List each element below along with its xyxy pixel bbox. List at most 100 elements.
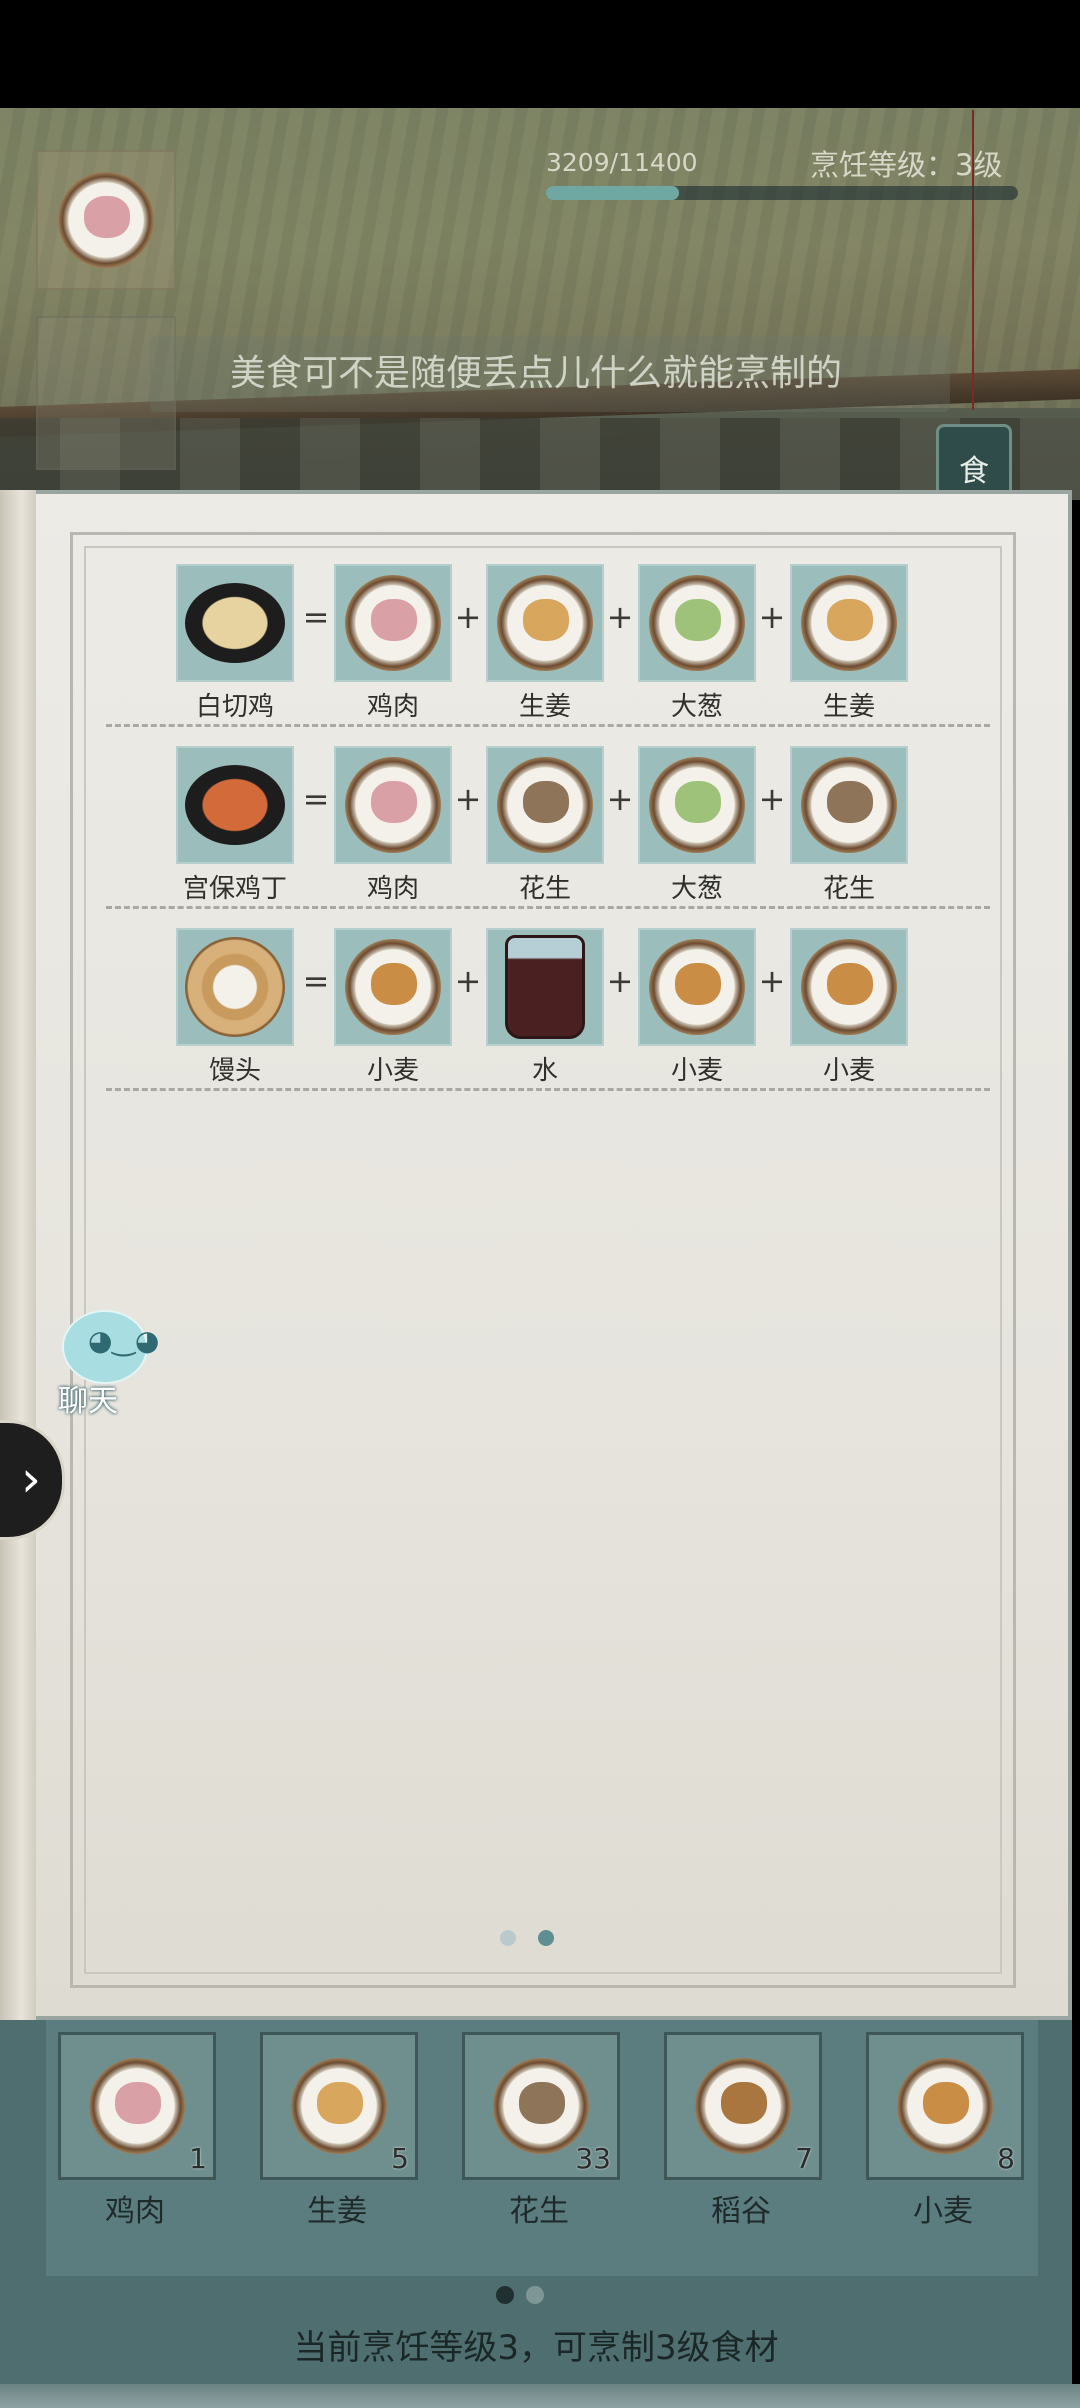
book-spine	[0, 490, 36, 2020]
plus-sign: +	[758, 598, 786, 636]
ingredient-name: 小麦	[822, 1056, 875, 1086]
ingredient-slot[interactable]: 鸡肉	[334, 746, 452, 905]
wheat-icon	[801, 939, 897, 1035]
status-bar	[0, 0, 1080, 108]
inventory-item[interactable]: 33 花生	[462, 2032, 620, 2230]
chicken-meat-icon	[345, 757, 441, 853]
wheat-icon	[345, 939, 441, 1035]
item-name: 稻谷	[711, 2194, 771, 2229]
wheat-icon	[897, 2058, 993, 2154]
rice-grain-icon	[695, 2058, 791, 2154]
ingredient-name: 小麦	[670, 1056, 723, 1086]
recipe-row: 馒头 = 小麦 + 水 + 小麦 + 小麦	[176, 928, 916, 1087]
item-count: 8	[997, 2142, 1015, 2175]
inventory-item[interactable]: 8 小麦	[866, 2032, 1024, 2230]
ginger-icon	[291, 2058, 387, 2154]
ingredient-name: 生姜	[518, 692, 571, 722]
row-divider	[106, 906, 990, 909]
ingredient-name: 大葱	[670, 692, 723, 722]
chicken-meat-icon	[345, 575, 441, 671]
kung-pao-chicken-icon	[185, 765, 285, 845]
inventory-page-dot-2[interactable]	[526, 2286, 544, 2304]
ginger-icon	[801, 575, 897, 671]
equals-sign: =	[302, 598, 330, 636]
ingredient-slot[interactable]: 生姜	[790, 564, 908, 723]
ingredient-slot[interactable]: 小麦	[334, 928, 452, 1087]
white-cut-chicken-icon	[185, 583, 285, 663]
wheat-icon	[649, 939, 745, 1035]
item-name: 生姜	[307, 2194, 367, 2229]
ingredient-slot[interactable]: 鸡肉	[334, 564, 452, 723]
recipe-result-name: 宫保鸡丁	[182, 874, 287, 904]
cooking-level-hint: 当前烹饪等级3，可烹制3级食材	[293, 2328, 779, 2368]
cooking-progress-bar	[546, 186, 1018, 200]
chicken-meat-icon	[89, 2058, 185, 2154]
ingredient-slot[interactable]: 大葱	[638, 746, 756, 905]
scallion-icon	[649, 757, 745, 853]
chevron-right-icon: ›	[21, 1450, 41, 1508]
page-dot-2-active[interactable]	[538, 1930, 554, 1946]
item-name: 鸡肉	[105, 2194, 165, 2229]
current-food-slot[interactable]	[36, 150, 176, 290]
plus-sign: +	[606, 962, 634, 1000]
item-count: 5	[391, 2142, 409, 2175]
recipe-row: 宫保鸡丁 = 鸡肉 + 花生 + 大葱 + 花生	[176, 746, 916, 905]
plus-sign: +	[454, 598, 482, 636]
plus-sign: +	[454, 962, 482, 1000]
ingredient-slot[interactable]: 小麦	[638, 928, 756, 1087]
ingredient-slot[interactable]: 生姜	[486, 564, 604, 723]
peanut-icon	[493, 2058, 589, 2154]
plus-sign: +	[606, 780, 634, 818]
inventory-page-dot-1-active[interactable]	[496, 2286, 514, 2304]
book-page-indicator	[500, 1930, 554, 1946]
item-name: 花生	[509, 2194, 569, 2229]
plus-sign: +	[606, 598, 634, 636]
ingredient-name: 鸡肉	[366, 692, 419, 722]
cooking-progress-fill	[546, 186, 679, 200]
row-divider	[106, 724, 990, 727]
ingredient-slot[interactable]: 花生	[790, 746, 908, 905]
ingredient-name: 花生	[822, 874, 875, 904]
ingredient-name: 鸡肉	[366, 874, 419, 904]
page-dot-1[interactable]	[500, 1930, 516, 1946]
recipe-result[interactable]: 白切鸡	[176, 564, 294, 723]
ingredient-slot[interactable]: 花生	[486, 746, 604, 905]
item-count: 33	[575, 2142, 611, 2175]
tip-banner: 美食可不是随便丢点儿什么就能烹制的	[150, 336, 950, 412]
cooking-level-text: 烹饪等级：3级	[810, 148, 1003, 182]
inventory-panel: 1 鸡肉 5 生姜 33 花生 7 稻谷 8 小麦	[46, 2020, 1038, 2276]
recipe-result[interactable]: 宫保鸡丁	[176, 746, 294, 905]
plus-sign: +	[454, 780, 482, 818]
row-divider	[106, 1088, 990, 1091]
bottom-frame	[0, 2384, 1080, 2408]
steamed-bun-icon	[185, 937, 285, 1037]
ingredient-name: 生姜	[822, 692, 875, 722]
water-bucket-icon	[505, 935, 585, 1039]
inventory-item[interactable]: 1 鸡肉	[58, 2032, 216, 2230]
ingredient-slot[interactable]: 大葱	[638, 564, 756, 723]
ingredient-name: 小麦	[366, 1056, 419, 1086]
item-count: 1	[189, 2142, 207, 2175]
inventory-page-indicator	[496, 2286, 544, 2304]
chat-label: 聊天	[58, 1384, 118, 1419]
item-count: 7	[795, 2142, 813, 2175]
ginger-icon	[497, 575, 593, 671]
smile-face-icon: ◕‿◕	[88, 1324, 160, 1357]
inventory-item[interactable]: 5 生姜	[260, 2032, 418, 2230]
recipe-result[interactable]: 馒头	[176, 928, 294, 1087]
item-name: 小麦	[913, 2194, 973, 2229]
ingredient-slot[interactable]: 水	[486, 928, 604, 1087]
ingredient-name: 花生	[518, 874, 571, 904]
peanut-icon	[801, 757, 897, 853]
cooking-progress-text: 3209/11400	[546, 148, 698, 177]
equals-sign: =	[302, 780, 330, 818]
ingredient-name: 水	[531, 1056, 558, 1086]
chat-button[interactable]: ◕‿◕ 聊天	[44, 1310, 159, 1419]
plus-sign: +	[758, 962, 786, 1000]
recipe-result-name: 白切鸡	[195, 692, 274, 722]
recipe-result-name: 馒头	[208, 1056, 261, 1086]
equals-sign: =	[302, 962, 330, 1000]
inventory-item[interactable]: 7 稻谷	[664, 2032, 822, 2230]
ingredient-slot[interactable]: 小麦	[790, 928, 908, 1087]
peanut-icon	[497, 757, 593, 853]
